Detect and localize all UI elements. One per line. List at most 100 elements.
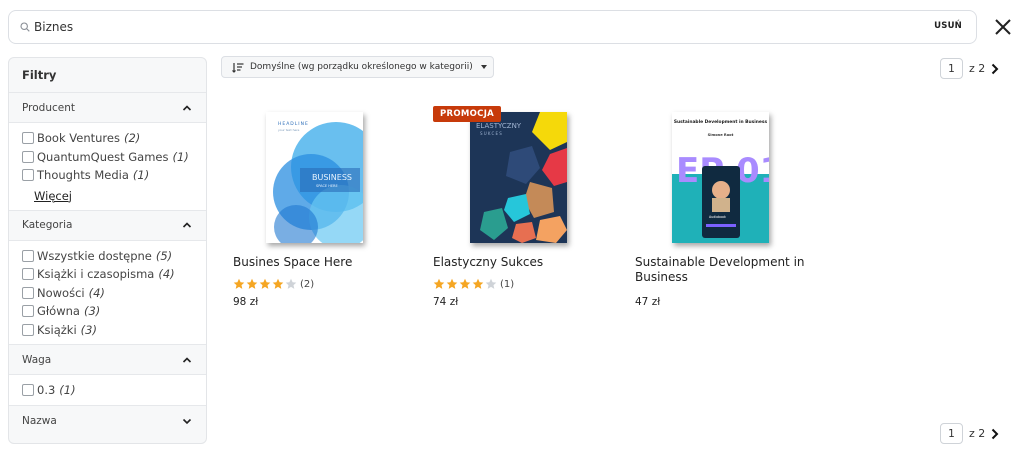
filter-section-label: Kategoria — [22, 219, 73, 231]
star-filled-icon — [433, 278, 445, 289]
filter-weight-options: 0.3 (1) — [9, 375, 206, 406]
star-empty-icon — [485, 278, 497, 289]
filter-weight-header[interactable]: Waga — [9, 345, 206, 375]
product-title[interactable]: Elastyczny Sukces — [433, 255, 608, 270]
filter-option-count: (1) — [132, 168, 150, 183]
checkbox[interactable] — [22, 286, 34, 299]
search-input[interactable] — [34, 18, 914, 36]
filter-category-header[interactable]: Kategoria — [9, 211, 206, 241]
filter-producer-header[interactable]: Producent — [9, 93, 206, 123]
filter-option-count: (4) — [88, 285, 105, 300]
filter-option-count: (1) — [59, 383, 76, 398]
show-more-link[interactable]: Więcej — [34, 189, 72, 203]
page-total: z 2 — [969, 62, 986, 75]
cover-subtitle: SUKCES — [480, 131, 503, 136]
cover-headline: Sustainable Development in Business — [674, 119, 768, 125]
checkbox[interactable] — [22, 305, 34, 318]
filter-option-label: Główna — [37, 304, 80, 319]
product-cover[interactable]: ELASTYCZNY SUKCES — [470, 112, 567, 243]
filter-option-label: 0.3 — [37, 383, 56, 398]
cover-author: Simone Root — [708, 133, 734, 137]
filter-option[interactable]: Książki (3) — [22, 321, 206, 340]
sort-dropdown[interactable]: Domyślne (wg porządku określonego w kate… — [221, 56, 494, 78]
checkbox[interactable] — [22, 169, 34, 182]
filter-option[interactable]: Nowości (4) — [22, 284, 206, 303]
chevron-up-icon — [182, 356, 192, 363]
cover-title: ELASTYCZNY — [476, 122, 522, 130]
cover-subtext: Audiobook — [709, 215, 726, 219]
chevron-down-icon — [182, 418, 192, 424]
review-count: (2) — [300, 278, 315, 290]
review-count: (1) — [500, 278, 515, 290]
chevron-right-icon[interactable] — [991, 428, 999, 440]
search-bar: USUŃ — [8, 10, 977, 44]
current-page[interactable]: 1 — [940, 423, 963, 444]
chevron-up-icon — [182, 222, 192, 228]
cover-subtitle: SPACE HERE — [316, 184, 338, 188]
sort-label: Domyślne (wg porządku określonego w kate… — [250, 62, 473, 72]
book-cover-image: EP 01 Audiobook Sustainable Development … — [672, 112, 769, 243]
filter-option-label: Wszystkie dostępne — [37, 248, 152, 263]
filter-name-header[interactable]: Nazwa — [9, 406, 206, 436]
product-cover[interactable]: EP 01 Audiobook Sustainable Development … — [672, 112, 769, 243]
filter-option[interactable]: Główna (3) — [22, 302, 206, 321]
rating: (1) — [433, 278, 514, 290]
cover-subtext: your text here — [278, 128, 299, 132]
book-cover-image: HEADLINE your text here BUSINESS SPACE H… — [266, 112, 363, 243]
filter-option-label: Thoughts Media — [37, 168, 129, 183]
filter-option-label: Book Ventures — [37, 131, 120, 146]
filter-option[interactable]: Wszystkie dostępne (5) — [22, 247, 206, 266]
clear-search-button[interactable]: USUŃ — [934, 21, 962, 31]
caret-down-icon — [480, 65, 487, 69]
product-title[interactable]: Sustainable Development in Business — [635, 255, 810, 285]
filter-option-count: (3) — [83, 304, 101, 319]
filters-sidebar: Filtry Producent Book Ventures (2) Quantu… — [8, 57, 207, 444]
filter-option-count: (3) — [80, 322, 97, 337]
filter-section-label: Waga — [22, 353, 52, 366]
pagination-top: 1 z 2 — [940, 58, 999, 79]
chevron-up-icon — [182, 104, 192, 111]
cover-headline: HEADLINE — [278, 121, 309, 127]
chevron-right-icon[interactable] — [991, 63, 999, 75]
search-icon — [20, 22, 30, 32]
book-cover-image: ELASTYCZNY SUKCES — [470, 112, 567, 243]
checkbox[interactable] — [22, 249, 34, 262]
cover-title: BUSINESS — [312, 173, 352, 182]
filter-option-count: (4) — [158, 267, 175, 282]
filter-producer-options: Book Ventures (2) QuantumQuest Games (1) T… — [9, 123, 206, 211]
product-title[interactable]: Busines Space Here — [233, 255, 408, 270]
filter-option-label: Książki i czasopisma — [37, 267, 155, 282]
product-price: 47 zł — [635, 296, 661, 308]
checkbox[interactable] — [22, 150, 34, 163]
filter-option[interactable]: Book Ventures (2) — [22, 129, 206, 148]
star-filled-icon — [259, 278, 271, 289]
sort-icon — [232, 62, 244, 73]
star-filled-icon — [472, 278, 484, 289]
promo-badge: PROMOCJA — [433, 106, 502, 122]
current-page[interactable]: 1 — [940, 58, 963, 79]
checkbox[interactable] — [22, 132, 34, 145]
close-icon[interactable] — [994, 18, 1012, 36]
star-filled-icon — [246, 278, 258, 289]
star-filled-icon — [459, 278, 471, 289]
filter-option-count: (5) — [155, 248, 173, 263]
filter-option-label: Książki — [37, 322, 77, 337]
filters-title: Filtry — [9, 58, 206, 93]
filter-option-label: QuantumQuest Games — [37, 149, 169, 164]
filter-section-label: Nazwa — [22, 414, 57, 427]
star-filled-icon — [233, 278, 245, 289]
filter-option[interactable]: 0.3 (1) — [22, 381, 206, 400]
filter-section-label: Producent — [22, 101, 75, 114]
checkbox[interactable] — [22, 323, 34, 336]
product-price: 74 zł — [433, 296, 459, 308]
filter-option[interactable]: Książki i czasopisma (4) — [22, 265, 206, 284]
checkbox[interactable] — [22, 384, 34, 397]
filter-option[interactable]: Thoughts Media (1) — [22, 166, 206, 185]
product-price: 98 zł — [233, 296, 259, 308]
page-total: z 2 — [969, 427, 986, 440]
filter-option[interactable]: QuantumQuest Games (1) — [22, 148, 206, 167]
filter-option-label: Nowości — [37, 285, 85, 300]
product-cover[interactable]: HEADLINE your text here BUSINESS SPACE H… — [266, 112, 363, 243]
checkbox[interactable] — [22, 268, 34, 281]
rating: (2) — [233, 278, 314, 290]
